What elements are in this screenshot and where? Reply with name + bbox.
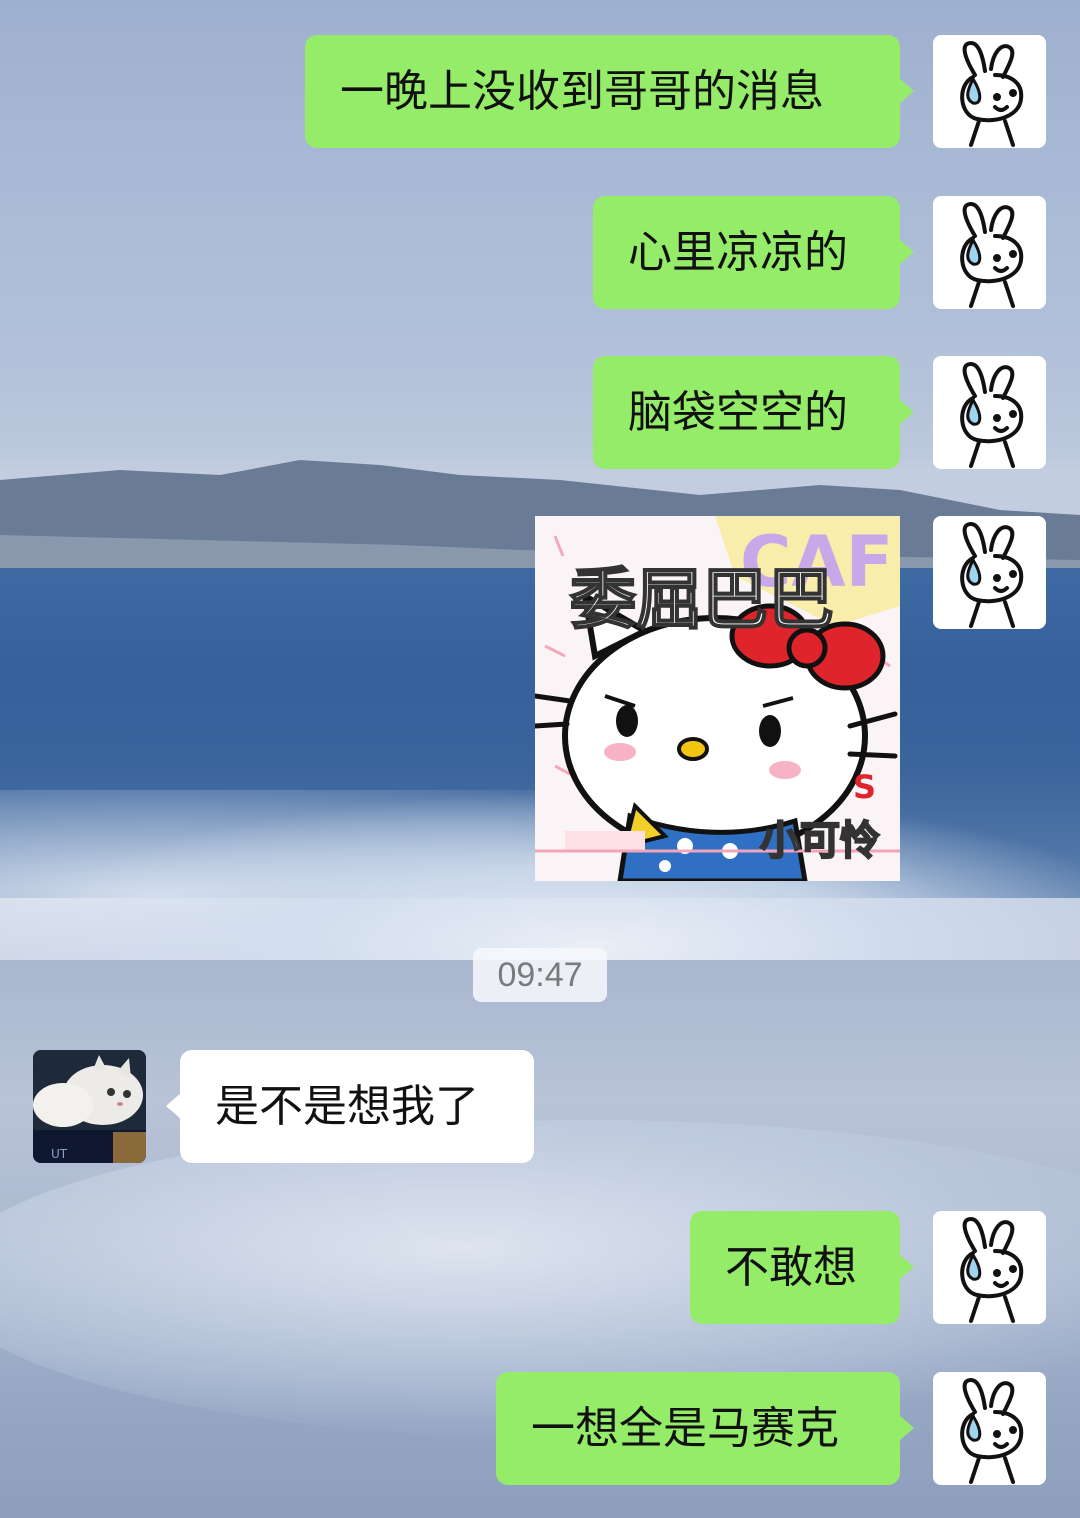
svg-text:UT: UT [51,1147,68,1161]
bunny-sweat-icon [960,361,1024,468]
bunny-sweat-icon [960,40,1024,147]
bunny-sweat-icon [960,201,1024,308]
svg-text:S: S [853,768,876,806]
my-avatar[interactable] [933,1211,1046,1324]
my-avatar[interactable] [933,516,1046,629]
my-avatar[interactable] [933,35,1046,148]
message-bubble-sent[interactable]: 不敢想 [690,1211,914,1324]
my-avatar[interactable] [933,356,1046,469]
sticker-message[interactable]: CAF S 委屈巴巴 小可怜 [535,516,900,881]
my-avatar[interactable] [933,196,1046,309]
their-avatar[interactable]: UT [33,1050,146,1163]
bunny-sweat-icon [960,1377,1024,1484]
bunny-sweat-icon [960,1216,1024,1323]
white-cat-photo: UT [33,1050,146,1163]
message-bubble-sent[interactable]: 心里凉凉的 [593,196,914,309]
bunny-sweat-icon [960,521,1024,628]
sticker-caption-top: 委屈巴巴 [569,560,835,639]
my-avatar[interactable] [933,1372,1046,1485]
message-bubble-sent[interactable]: 一想全是马赛克 [496,1372,914,1485]
timestamp: 09:47 [473,948,607,1002]
message-bubble-sent[interactable]: 一晚上没收到哥哥的消息 [305,35,914,148]
sticker-caption-bottom: 小可怜 [759,817,881,865]
message-bubble-received[interactable]: 是不是想我了 [166,1050,534,1163]
message-bubble-sent[interactable]: 脑袋空空的 [593,356,914,469]
